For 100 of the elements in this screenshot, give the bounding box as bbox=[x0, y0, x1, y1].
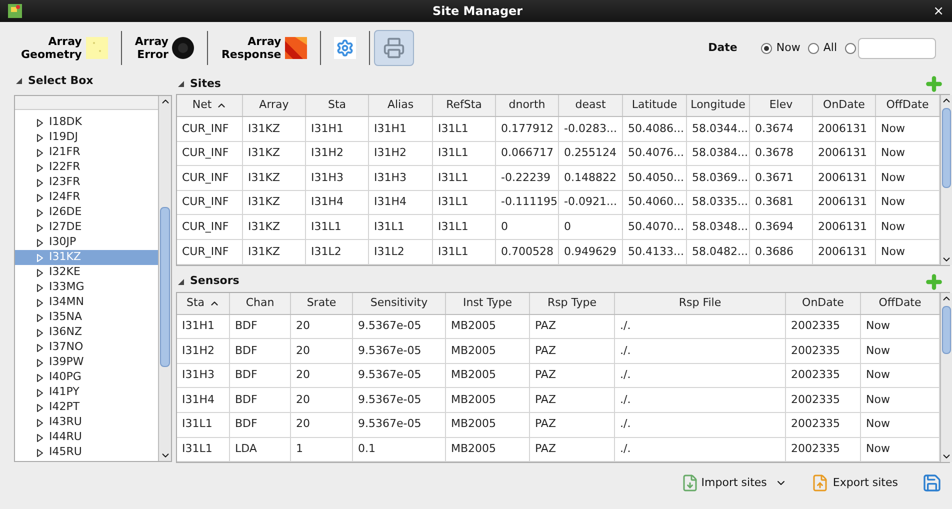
radio-label: Now bbox=[776, 40, 800, 56]
table-cell: PAZ bbox=[530, 412, 615, 437]
column-header[interactable]: Sensitivity bbox=[353, 292, 446, 314]
tree-item[interactable]: I44RU bbox=[15, 430, 158, 445]
column-header[interactable]: Rsp Type bbox=[530, 292, 615, 314]
table-cell: CUR_INF bbox=[177, 117, 243, 141]
scrollbar[interactable] bbox=[940, 292, 952, 462]
tree-item[interactable]: I22FR bbox=[15, 160, 158, 175]
column-header[interactable]: Inst Type bbox=[446, 292, 530, 314]
table-cell: 58.0384... bbox=[687, 142, 750, 166]
table-cell: 20 bbox=[291, 339, 353, 363]
column-header[interactable]: Alias bbox=[369, 95, 433, 116]
toolbar-button[interactable]: Array Geometry bbox=[12, 30, 117, 66]
column-header[interactable]: Array bbox=[243, 95, 306, 116]
tree-item[interactable]: I21FR bbox=[15, 145, 158, 160]
collapse-triangle-icon[interactable] bbox=[16, 78, 22, 84]
table-cell: MB2005 bbox=[446, 314, 530, 338]
column-header[interactable]: Sta bbox=[177, 292, 230, 314]
table-cell: I31L1 bbox=[433, 215, 496, 239]
tree-item[interactable]: I27DE bbox=[15, 220, 158, 235]
table-cell: 2006131 bbox=[813, 190, 876, 214]
table-cell: I31H4 bbox=[177, 388, 230, 412]
table-cell: I31KZ bbox=[243, 240, 306, 264]
tree-item[interactable]: I23FR bbox=[15, 175, 158, 190]
tree-item[interactable]: I24FR bbox=[15, 190, 158, 205]
column-header[interactable]: OnDate bbox=[786, 292, 861, 314]
tree-item[interactable]: I34MN bbox=[15, 295, 158, 310]
tree-item[interactable]: I39PW bbox=[15, 355, 158, 370]
table-cell: ./. bbox=[615, 339, 786, 363]
tree-item[interactable]: I41PY bbox=[15, 385, 158, 400]
date-field[interactable] bbox=[858, 38, 936, 58]
tree-item[interactable]: I26DE bbox=[15, 205, 158, 220]
column-header[interactable]: Elev bbox=[750, 95, 813, 116]
tree-item[interactable]: I42PT bbox=[15, 400, 158, 415]
table-cell: 2002335 bbox=[786, 364, 861, 388]
tree-item[interactable]: I33MG bbox=[15, 280, 158, 295]
tree-item[interactable]: I32KE bbox=[15, 265, 158, 280]
tree-item[interactable]: I37NO bbox=[15, 340, 158, 355]
table-cell: 50.4133... bbox=[623, 240, 687, 264]
radio-button[interactable] bbox=[845, 42, 856, 54]
column-header[interactable]: Longitude bbox=[687, 95, 750, 116]
tree-item[interactable]: I40PG bbox=[15, 370, 158, 385]
table-cell: 2002335 bbox=[786, 388, 861, 412]
table-cell: I31H3 bbox=[369, 166, 433, 190]
collapse-triangle-icon[interactable] bbox=[178, 81, 184, 87]
print-button[interactable] bbox=[374, 30, 414, 66]
table-cell: 0.949629 bbox=[559, 240, 623, 264]
scrollbar-thumb[interactable] bbox=[160, 207, 170, 367]
scrollbar[interactable] bbox=[940, 95, 952, 265]
table-cell: 0.255124 bbox=[559, 142, 623, 166]
section-title: Sensors bbox=[190, 273, 240, 290]
table-cell: 0.3694 bbox=[750, 215, 813, 239]
table-cell: LDA bbox=[230, 438, 291, 462]
table-cell: 0.3678 bbox=[750, 142, 813, 166]
radio-label: All bbox=[823, 40, 837, 56]
table-cell: 50.4086... bbox=[623, 117, 687, 141]
radio-button[interactable] bbox=[808, 42, 820, 54]
export-sites-button[interactable]: Export sites bbox=[810, 474, 898, 492]
tree-item[interactable]: I30JP bbox=[15, 235, 158, 250]
tree-item[interactable]: I45RU bbox=[15, 445, 158, 460]
table-cell: I31L1 bbox=[369, 215, 433, 239]
table-cell: CUR_INF bbox=[177, 142, 243, 166]
column-header[interactable]: RefSta bbox=[433, 95, 496, 116]
table-cell: 58.0335... bbox=[687, 190, 750, 214]
table-cell: I31KZ bbox=[243, 215, 306, 239]
collapse-triangle-icon[interactable] bbox=[178, 278, 184, 285]
scrollbar[interactable] bbox=[158, 96, 171, 461]
table-cell: ./. bbox=[615, 314, 786, 338]
scrollbar-thumb[interactable] bbox=[942, 306, 951, 354]
column-header[interactable]: Latitude bbox=[623, 95, 687, 116]
column-header[interactable]: deast bbox=[559, 95, 623, 116]
column-header[interactable]: Rsp File bbox=[615, 292, 786, 314]
close-button[interactable]: × bbox=[933, 4, 944, 18]
table-cell: I31L1 bbox=[433, 117, 496, 141]
tree-item[interactable]: I43RU bbox=[15, 415, 158, 430]
table-cell: I31L1 bbox=[177, 438, 230, 462]
tree-item[interactable]: I18DK bbox=[15, 115, 158, 130]
radio-button[interactable] bbox=[761, 42, 772, 54]
column-header[interactable]: Net bbox=[177, 95, 243, 116]
column-header[interactable]: OnDate bbox=[813, 95, 876, 116]
toolbar-button[interactable]: Array Response bbox=[212, 30, 316, 66]
column-header[interactable]: Srate bbox=[291, 292, 353, 314]
scrollbar-thumb[interactable] bbox=[942, 108, 951, 188]
toolbar-button[interactable]: Array Error bbox=[126, 30, 204, 66]
column-header[interactable]: Sta bbox=[306, 95, 369, 116]
column-header[interactable]: dnorth bbox=[496, 95, 559, 116]
save-icon[interactable] bbox=[922, 473, 942, 494]
tree-item[interactable]: I35NA bbox=[15, 310, 158, 325]
table-cell: I31H2 bbox=[306, 142, 369, 166]
table-cell: 0.3674 bbox=[750, 117, 813, 141]
tree-item[interactable]: I19DJ bbox=[15, 130, 158, 145]
table-cell: -0.22239 bbox=[496, 166, 559, 190]
tree-item[interactable]: I36NZ bbox=[15, 325, 158, 340]
import-sites-button[interactable]: Import sites bbox=[681, 474, 787, 492]
table-cell: 2006131 bbox=[813, 166, 876, 190]
table-cell: 2006131 bbox=[813, 240, 876, 264]
column-header[interactable]: Chan bbox=[230, 292, 291, 314]
table-cell: 58.0482... bbox=[687, 240, 750, 264]
table-cell: MB2005 bbox=[446, 438, 530, 462]
table-cell: 0 bbox=[559, 215, 623, 239]
